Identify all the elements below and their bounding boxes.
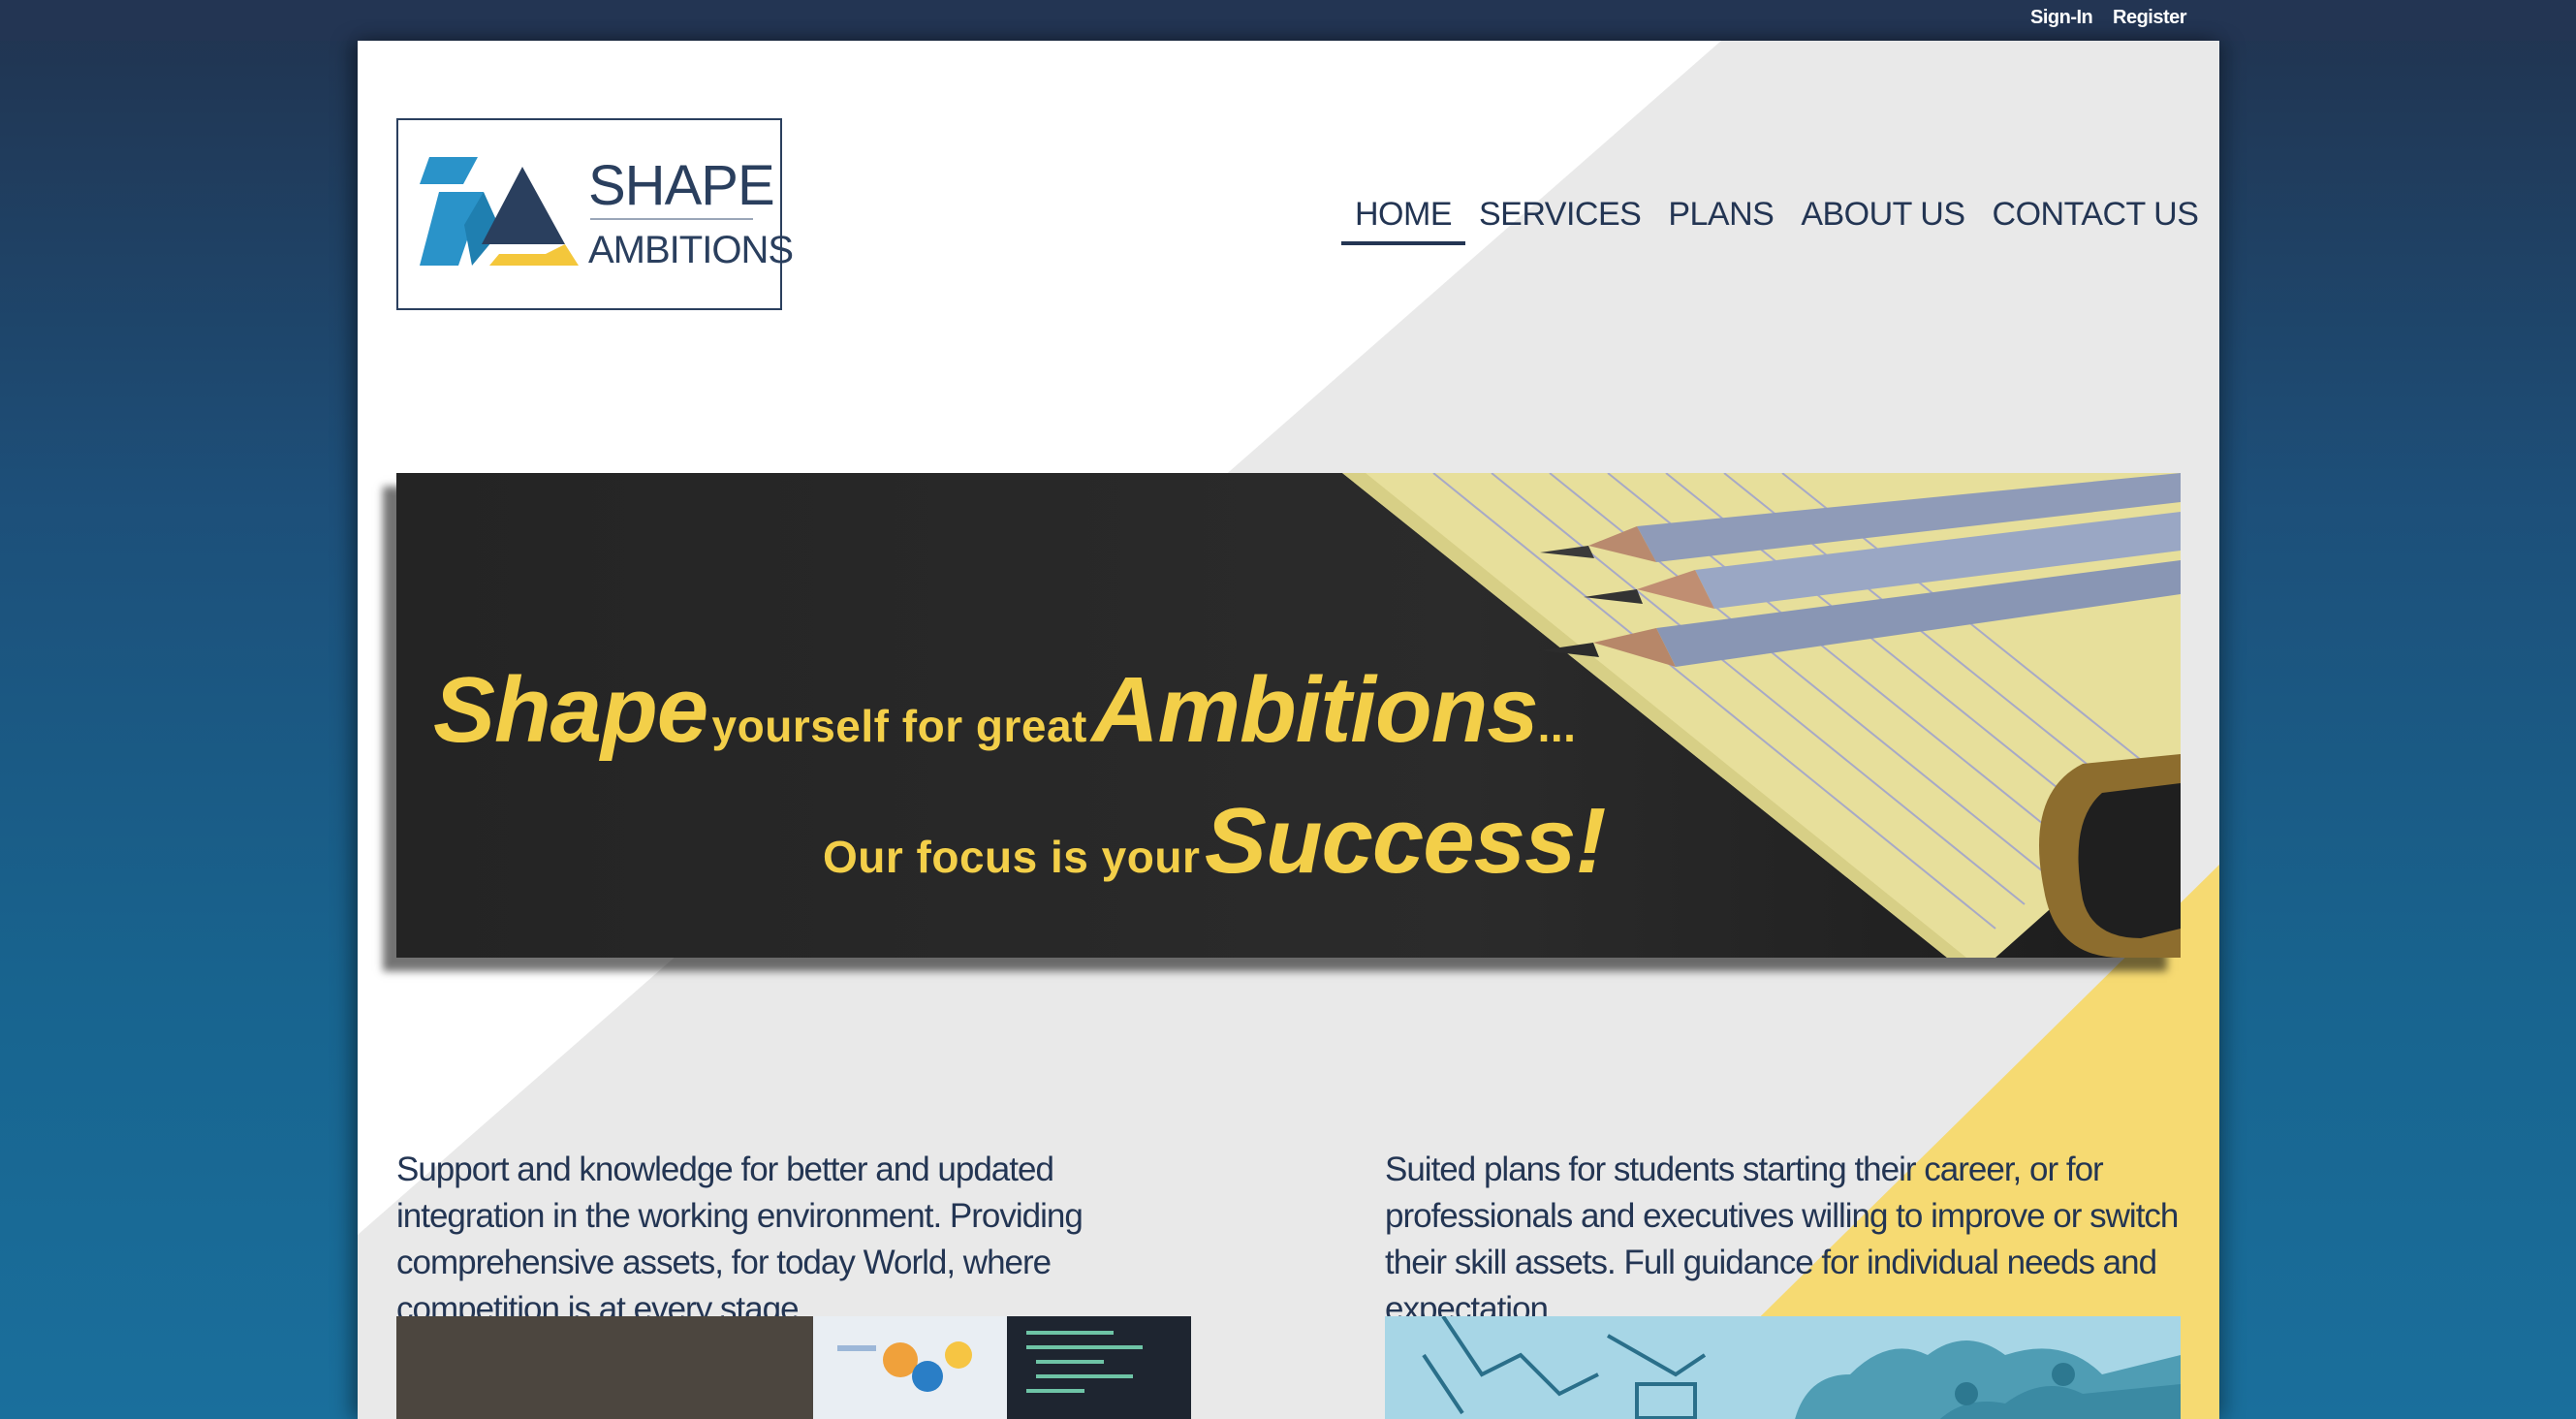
plans-description: Suited plans for students starting their… — [1385, 1151, 2179, 1328]
logo-mark-icon — [420, 157, 579, 266]
nav-about-us[interactable]: ABOUT US — [1787, 196, 1978, 239]
nav-plans[interactable]: PLANS — [1654, 196, 1787, 239]
laptop-analytics-image — [396, 1316, 1192, 1419]
hero-banner: Shape yourself for great Ambitions... Ou… — [396, 473, 2181, 958]
logo-text-shape: SHAPE — [588, 154, 775, 217]
nav-home[interactable]: HOME — [1341, 196, 1465, 245]
hero-subheadline: Our focus is your Success! — [823, 788, 1607, 895]
site-logo[interactable]: SHAPE AMBITIONS — [396, 118, 794, 310]
laptop-photo-icon — [396, 1316, 1192, 1419]
nav-contact-us[interactable]: CONTACT US — [1979, 196, 2213, 239]
hero-ellipsis: ... — [1537, 701, 1577, 751]
puzzle-photo-icon — [1385, 1316, 2181, 1419]
nav-services[interactable]: SERVICES — [1465, 196, 1654, 239]
hero-word-ambitions: Ambitions — [1091, 658, 1538, 762]
logo-text-ambitions: AMBITIONS — [588, 229, 794, 271]
hero-word-success: Success! — [1204, 789, 1607, 893]
hero-text-lead: Our focus is your — [823, 832, 1201, 882]
sign-in-link[interactable]: Sign-In — [2030, 7, 2093, 29]
logo-divider — [590, 218, 753, 220]
main-nav: HOME SERVICES PLANS ABOUT US CONTACT US — [1341, 196, 2213, 245]
register-link[interactable]: Register — [2113, 7, 2187, 29]
hero-word-shape: Shape — [433, 658, 708, 762]
page-container: SHAPE AMBITIONS HOME SERVICES PLANS ABOU… — [358, 41, 2219, 1419]
hero-text-middle: yourself for great — [711, 701, 1087, 751]
top-auth-bar: Sign-In Register — [0, 0, 2576, 41]
services-description: Support and knowledge for better and upd… — [396, 1151, 1084, 1328]
hero-headline: Shape yourself for great Ambitions... — [433, 657, 1576, 764]
puzzle-pieces-image — [1385, 1316, 2181, 1419]
